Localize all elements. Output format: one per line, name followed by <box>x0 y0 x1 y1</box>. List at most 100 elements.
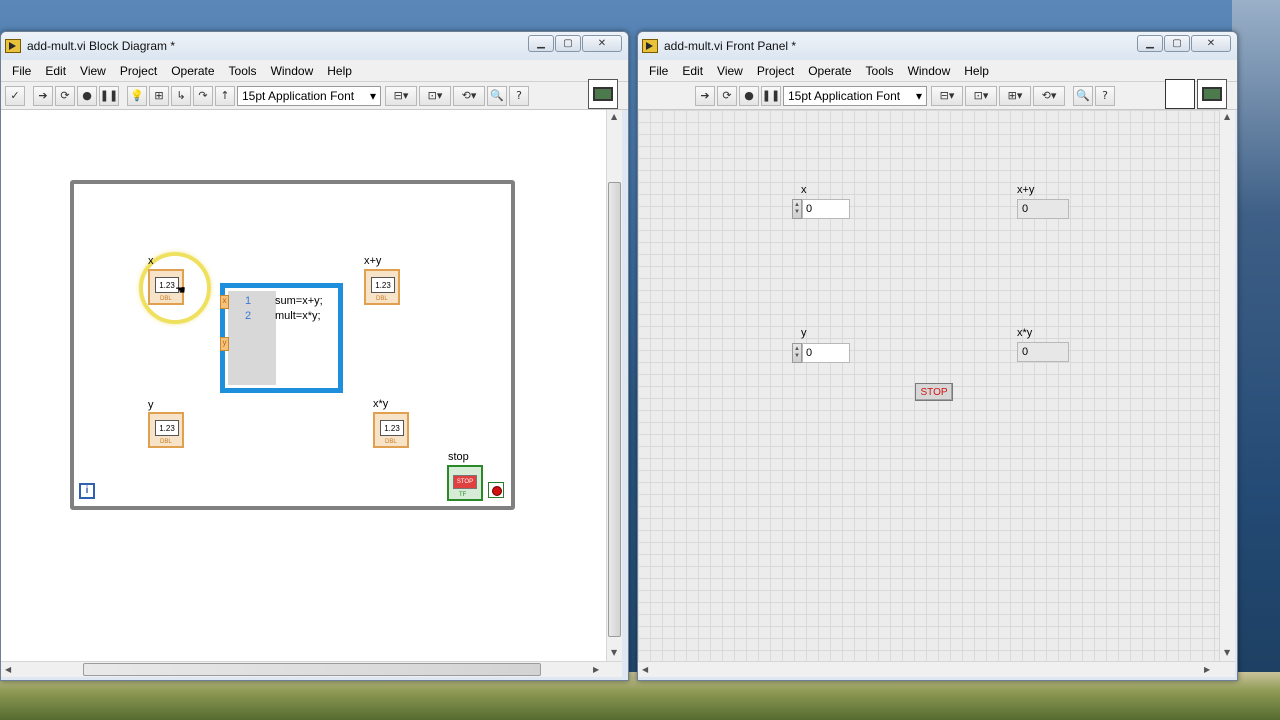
product-indicator-label: x*y <box>373 398 389 410</box>
close-button[interactable]: ✕ <box>582 35 622 52</box>
x-numeric-control[interactable]: ▲ ▼ 0 <box>792 199 850 219</box>
sum-indicator-label: x+y <box>364 255 382 267</box>
run-arrow-icon[interactable]: ➔ <box>695 85 715 106</box>
sum-indicator-terminal[interactable]: 1.23 DBL <box>364 269 400 305</box>
step-into-icon[interactable]: ↳ <box>171 85 191 106</box>
menu-edit[interactable]: Edit <box>675 64 710 78</box>
x-value-field[interactable]: 0 <box>802 199 850 219</box>
block-diagram-canvas[interactable]: x 1.23 DBL ☚ y 1.23 DBL 1 2 sum=x+y; mul… <box>1 110 606 661</box>
stop-terminal[interactable]: STOP TF <box>447 465 483 501</box>
menu-view[interactable]: View <box>73 64 113 78</box>
reorder-icon[interactable]: ⟲▾ <box>453 85 485 106</box>
pause-icon[interactable]: ❚❚ <box>99 85 119 106</box>
menu-bar: File Edit View Project Operate Tools Win… <box>1 60 628 82</box>
horizontal-scrollbar[interactable]: ◀ ▶ <box>1 661 622 677</box>
menu-window[interactable]: Window <box>264 64 321 78</box>
minimize-button[interactable]: ▁ <box>528 35 554 52</box>
y-control-terminal[interactable]: 1.23 DBL <box>148 412 184 448</box>
maximize-button[interactable]: ▢ <box>1164 35 1190 52</box>
loop-condition-terminal[interactable] <box>488 482 504 498</box>
scroll-down-icon: ▼ <box>1224 648 1231 657</box>
menu-tools[interactable]: Tools <box>222 64 264 78</box>
resize-objects-icon[interactable]: ⊞▾ <box>999 85 1031 106</box>
line-numbers: 1 2 <box>245 295 252 322</box>
product-indicator-label: x*y <box>1017 327 1033 339</box>
highlight-execution-icon[interactable]: 💡 <box>127 85 147 106</box>
vi-connector-icon[interactable] <box>588 79 618 109</box>
menu-operate[interactable]: Operate <box>164 64 221 78</box>
run-continuously-icon[interactable]: ⟳ <box>717 85 737 106</box>
input-port-x[interactable]: x <box>220 295 229 309</box>
menu-file[interactable]: File <box>5 64 38 78</box>
x-control-label: x <box>148 255 154 267</box>
horizontal-scroll-thumb[interactable] <box>83 663 541 676</box>
product-indicator-terminal[interactable]: 1.23 DBL <box>373 412 409 448</box>
stop-button[interactable]: STOP <box>915 383 953 401</box>
retain-wire-values-icon[interactable]: ⊞ <box>149 85 169 106</box>
scroll-right-icon: ▶ <box>1204 665 1211 674</box>
menu-help[interactable]: Help <box>957 64 996 78</box>
scroll-down-icon: ▼ <box>611 648 618 657</box>
labview-vi-icon <box>5 39 21 53</box>
front-panel-window: add-mult.vi Front Panel * ▁ ▢ ✕ File Edi… <box>637 31 1238 681</box>
menu-tools[interactable]: Tools <box>859 64 901 78</box>
step-over-icon[interactable]: ↷ <box>193 85 213 106</box>
font-select[interactable]: 15pt Application Font ▾ <box>237 85 381 106</box>
y-control-label: y <box>801 327 807 339</box>
search-icon[interactable]: 🔍 <box>1073 85 1093 106</box>
window-title: add-mult.vi Block Diagram * <box>27 39 176 53</box>
menu-operate[interactable]: Operate <box>801 64 858 78</box>
menu-edit[interactable]: Edit <box>38 64 73 78</box>
front-panel-canvas[interactable]: x ▲ ▼ 0 x+y 0 y ▲ ▼ 0 x*y 0 STOP <box>638 110 1219 661</box>
run-arrow-icon[interactable]: ➔ <box>33 85 53 106</box>
minimize-button[interactable]: ▁ <box>1137 35 1163 52</box>
context-help-icon[interactable]: ? <box>1095 85 1115 106</box>
menu-project[interactable]: Project <box>750 64 801 78</box>
step-out-icon[interactable]: ↑ <box>215 85 235 106</box>
increment-decrement-icon[interactable]: ▲ ▼ <box>792 199 802 219</box>
reorder-icon[interactable]: ⟲▾ <box>1033 85 1065 106</box>
block-diagram-titlebar[interactable]: add-mult.vi Block Diagram * ▁ ▢ ✕ <box>1 32 628 60</box>
menu-file[interactable]: File <box>642 64 675 78</box>
vertical-scrollbar[interactable]: ▲ ▼ <box>606 110 622 661</box>
close-button[interactable]: ✕ <box>1191 35 1231 52</box>
input-port-y[interactable]: y <box>220 337 229 351</box>
toolbar: ➔ ⟳ ● ❚❚ 15pt Application Font ▾ ⊟▾ ⊡▾ ⊞▾… <box>638 79 1237 110</box>
menu-help[interactable]: Help <box>320 64 359 78</box>
font-select[interactable]: 15pt Application Font ▾ <box>783 85 927 106</box>
checkmark-icon[interactable]: ✓ <box>5 85 25 106</box>
horizontal-scrollbar[interactable]: ◀ ▶ <box>638 661 1235 677</box>
menu-window[interactable]: Window <box>901 64 958 78</box>
increment-decrement-icon[interactable]: ▲ ▼ <box>792 343 802 363</box>
toolbar: ✓ ➔ ⟳ ● ❚❚ 💡 ⊞ ↳ ↷ ↑ 15pt Application Fo… <box>1 79 628 110</box>
vertical-scrollbar[interactable]: ▲ ▼ <box>1219 110 1235 661</box>
distribute-objects-icon[interactable]: ⊡▾ <box>965 85 997 106</box>
line-number-gutter <box>228 291 276 385</box>
iteration-terminal[interactable]: i <box>79 483 95 499</box>
y-value-field[interactable]: 0 <box>802 343 850 363</box>
align-objects-icon[interactable]: ⊟▾ <box>385 85 417 106</box>
vertical-scroll-thumb[interactable] <box>608 182 621 637</box>
labview-vi-icon <box>642 39 658 53</box>
mathscript-code[interactable]: sum=x+y; mult=x*y; <box>275 294 323 324</box>
vi-connector-icon[interactable] <box>1197 79 1227 109</box>
mathscript-node[interactable]: 1 2 sum=x+y; mult=x*y; <box>220 283 343 393</box>
search-icon[interactable]: 🔍 <box>487 85 507 106</box>
distribute-objects-icon[interactable]: ⊡▾ <box>419 85 451 106</box>
context-help-icon[interactable]: ? <box>509 85 529 106</box>
run-continuously-icon[interactable]: ⟳ <box>55 85 75 106</box>
abort-icon[interactable]: ● <box>77 85 97 106</box>
abort-icon[interactable]: ● <box>739 85 759 106</box>
mouse-pointer-icon: ☚ <box>175 283 186 297</box>
align-objects-icon[interactable]: ⊟▾ <box>931 85 963 106</box>
x-control-label: x <box>801 184 807 196</box>
maximize-button[interactable]: ▢ <box>555 35 581 52</box>
sum-indicator-label: x+y <box>1017 184 1035 196</box>
connector-pane-icon[interactable] <box>1165 79 1195 109</box>
menu-project[interactable]: Project <box>113 64 164 78</box>
pause-icon[interactable]: ❚❚ <box>761 85 781 106</box>
scroll-up-icon: ▲ <box>1224 112 1231 121</box>
y-numeric-control[interactable]: ▲ ▼ 0 <box>792 343 850 363</box>
menu-view[interactable]: View <box>710 64 750 78</box>
front-panel-titlebar[interactable]: add-mult.vi Front Panel * ▁ ▢ ✕ <box>638 32 1237 60</box>
